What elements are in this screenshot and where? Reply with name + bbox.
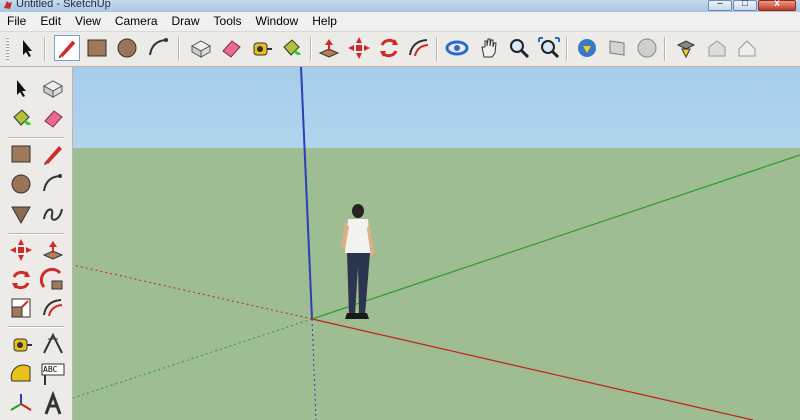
push-pull-icon[interactable] — [316, 35, 342, 61]
rotate-icon[interactable] — [8, 267, 34, 293]
shadow-icon[interactable] — [734, 35, 760, 61]
window-title: Untitled - SketchUp — [16, 0, 111, 10]
share-model-icon[interactable] — [604, 35, 630, 61]
large-tool-set: ABC — [0, 67, 73, 420]
close-icon: x — [774, 0, 780, 9]
close-button[interactable]: x — [758, 0, 796, 11]
blue-axis — [300, 67, 313, 320]
main-toolbar — [0, 32, 800, 67]
maximize-button[interactable]: □ — [733, 0, 757, 11]
red-axis — [311, 318, 754, 420]
rectangle-icon[interactable] — [84, 35, 110, 61]
menu-bar: File Edit View Camera Draw Tools Window … — [0, 12, 800, 32]
toolbar-separator — [8, 233, 64, 234]
orbit-icon[interactable] — [444, 35, 470, 61]
menu-view[interactable]: View — [68, 12, 108, 31]
green-axis — [311, 154, 800, 320]
tape-measure-icon[interactable] — [8, 331, 34, 357]
maximize-icon: □ — [741, 0, 749, 9]
toolbar-separator — [566, 37, 567, 61]
toolbar-separator — [310, 37, 311, 61]
title-bar: Untitled - SketchUp – □ x — [0, 0, 800, 12]
zoom-extents-icon[interactable] — [536, 35, 562, 61]
toolbar-separator — [178, 37, 179, 61]
menu-edit[interactable]: Edit — [33, 12, 68, 31]
freehand-icon[interactable] — [40, 201, 66, 227]
circle-icon[interactable] — [8, 171, 34, 197]
follow-me-icon[interactable] — [40, 267, 66, 293]
dimension-icon[interactable] — [40, 331, 66, 357]
make-component-icon[interactable] — [40, 75, 66, 101]
select-icon[interactable] — [8, 75, 34, 101]
protractor-icon[interactable] — [8, 361, 34, 387]
blue-axis-negative — [311, 318, 317, 420]
toolbar-separator — [8, 326, 64, 327]
menu-window[interactable]: Window — [249, 12, 306, 31]
menu-camera[interactable]: Camera — [108, 12, 165, 31]
rectangle-icon[interactable] — [8, 141, 34, 167]
axes-overlay — [73, 67, 800, 420]
3d-warehouse-icon[interactable] — [704, 35, 730, 61]
menu-help[interactable]: Help — [305, 12, 344, 31]
toolbar-grip[interactable] — [6, 37, 9, 61]
move-icon[interactable] — [346, 35, 372, 61]
menu-file[interactable]: File — [0, 12, 33, 31]
offset-icon[interactable] — [40, 295, 66, 321]
make-component-icon[interactable] — [188, 35, 214, 61]
zoom-icon[interactable] — [506, 35, 532, 61]
pencil-line-icon[interactable] — [54, 35, 80, 61]
minimize-button[interactable]: – — [708, 0, 732, 11]
green-axis-negative — [73, 318, 313, 399]
get-photo-texture-icon[interactable] — [674, 35, 700, 61]
3d-text-icon[interactable] — [40, 391, 66, 417]
pencil-line-icon[interactable] — [40, 141, 66, 167]
eraser-icon[interactable] — [218, 35, 244, 61]
toolbar-separator — [8, 137, 64, 138]
select-icon[interactable] — [14, 35, 40, 61]
menu-tools[interactable]: Tools — [207, 12, 249, 31]
get-models-icon[interactable] — [574, 35, 600, 61]
circle-icon[interactable] — [114, 35, 140, 61]
offset-icon[interactable] — [406, 35, 432, 61]
model-viewport[interactable] — [73, 67, 800, 420]
eraser-icon[interactable] — [40, 105, 66, 131]
sketchup-logo-icon — [4, 1, 12, 9]
minimize-icon: – — [717, 0, 723, 9]
red-axis-negative — [73, 264, 313, 320]
toolbar-separator — [44, 37, 45, 61]
scale-icon[interactable] — [8, 295, 34, 321]
toolbar-separator — [436, 37, 437, 61]
menu-draw[interactable]: Draw — [165, 12, 207, 31]
scale-figure[interactable] — [341, 204, 375, 319]
push-pull-icon[interactable] — [40, 237, 66, 263]
axes-icon[interactable] — [8, 391, 34, 417]
paint-bucket-icon[interactable] — [278, 35, 304, 61]
toolbar-separator — [664, 37, 665, 61]
rotate-icon[interactable] — [376, 35, 402, 61]
share-component-icon[interactable] — [634, 35, 660, 61]
arc-icon[interactable] — [146, 35, 172, 61]
pan-icon[interactable] — [476, 35, 502, 61]
arc-icon[interactable] — [40, 171, 66, 197]
text-tool-button[interactable]: ABC — [40, 361, 66, 387]
tape-measure-icon[interactable] — [248, 35, 274, 61]
move-icon[interactable] — [8, 237, 34, 263]
polygon-icon[interactable] — [8, 201, 34, 227]
paint-bucket-icon[interactable] — [8, 105, 34, 131]
text-tool-label: ABC — [43, 365, 58, 374]
